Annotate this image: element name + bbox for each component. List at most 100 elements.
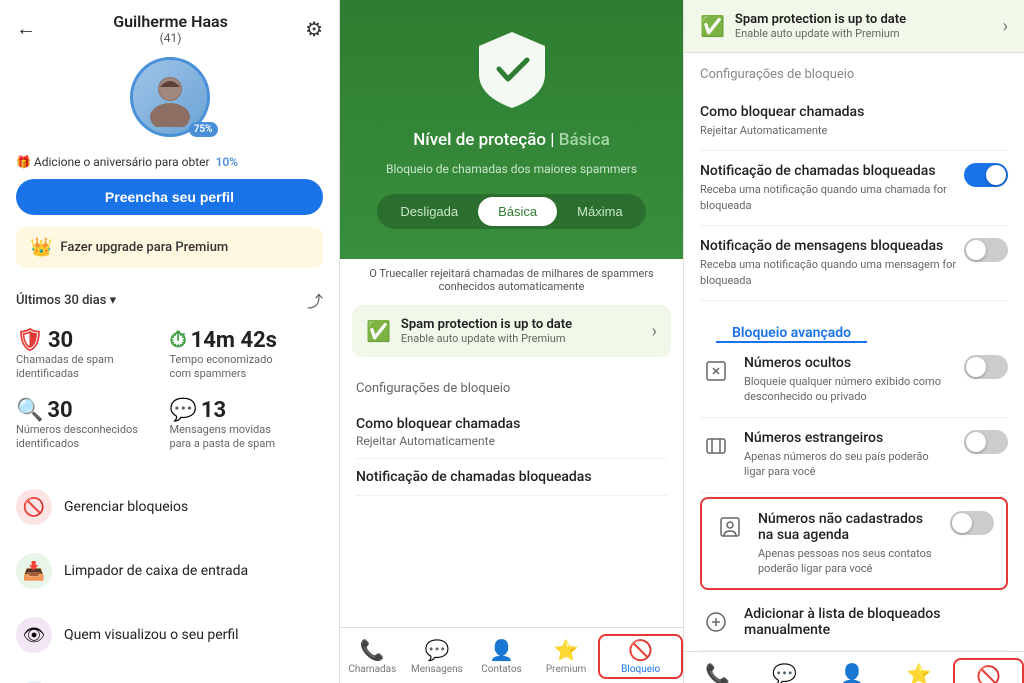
- stat-msg-label: Mensagens movidaspara a pasta de spam: [170, 423, 324, 452]
- advanced-block: Números ocultos Bloqueie qualquer número…: [684, 343, 1024, 651]
- stat-time-number: ⏱ 14m 42s: [170, 328, 324, 353]
- foreign-numbers-sub: Apenas números do seu país poderão ligar…: [744, 449, 952, 480]
- stat-time-label: Tempo economizadocom spammers: [170, 353, 324, 382]
- unregistered-label: Números não cadastrados na sua agenda: [758, 511, 938, 543]
- block-calls-value: Rejeitar Automaticamente: [356, 434, 667, 448]
- top-spam-check-icon: ✅: [700, 14, 725, 38]
- menu-item-viewed[interactable]: 👁 Quem visualizou o seu perfil: [0, 603, 339, 667]
- foreign-numbers-content: Números estrangeiros Apenas números do s…: [744, 430, 952, 480]
- profile-header: ← Guilherme Haas (41) ⚙: [0, 0, 339, 49]
- spam-banner-text: Spam protection is up to date Enable aut…: [401, 317, 642, 345]
- unregistered-content: Números não cadastrados na sua agenda Ap…: [758, 511, 938, 577]
- rnav-messages[interactable]: 💬 Mensagens: [751, 658, 818, 683]
- rnav-premium[interactable]: ⭐ Premium: [886, 658, 953, 683]
- protection-note: O Truecaller rejeitará chamadas de milha…: [340, 259, 683, 293]
- bloqueio-icon: 🚫: [628, 638, 653, 662]
- rnav-contacts[interactable]: 👤 Contatos: [818, 658, 885, 683]
- shield-icon: [467, 24, 557, 114]
- hidden-numbers-toggle[interactable]: [964, 355, 1008, 379]
- top-spam-text: Spam protection is up to date Enable aut…: [735, 12, 993, 40]
- crown-icon: 👑: [30, 237, 52, 258]
- fill-profile-button[interactable]: Preencha seu perfil: [16, 179, 323, 215]
- right-msg-notif: Notificação de mensagens bloqueadas Rece…: [700, 226, 1008, 301]
- search-icon: 🔍: [16, 398, 43, 423]
- hidden-numbers-content: Números ocultos Bloqueie qualquer número…: [744, 355, 952, 405]
- menu-item-inbox[interactable]: 📥 Limpador de caixa de entrada: [0, 539, 339, 603]
- stat-spam-calls: 🛡 30 Chamadas de spamidentificadas: [16, 320, 170, 390]
- premium-upgrade-banner[interactable]: 👑 Fazer upgrade para Premium: [16, 227, 323, 268]
- right-bottom-nav: 📞 Chamadas 💬 Mensagens 👤 Contatos ⭐ Prem…: [684, 651, 1024, 683]
- level-max-button[interactable]: Máxima: [557, 197, 643, 226]
- birthday-banner: 🎁 Adicione o aniversário para obter 10%: [0, 149, 339, 175]
- stat-time-saved: ⏱ 14m 42s Tempo economizadocom spammers: [170, 320, 324, 390]
- menu-item-searched[interactable]: 👤 Quem pesquisou o meu número: [0, 667, 339, 683]
- rnav-calls-icon: 📞: [705, 662, 730, 683]
- nav-premium[interactable]: ⭐ Premium: [534, 634, 599, 679]
- avatar-container: 75%: [130, 57, 210, 137]
- nav-calls[interactable]: 📞 Chamadas: [340, 634, 405, 679]
- protection-hero: Nível de proteção | Básica Bloqueio de c…: [340, 0, 683, 259]
- profile-name: Guilherme Haas: [36, 12, 305, 31]
- right-block-settings-title: Configurações de bloqueio: [700, 67, 1008, 82]
- menu-inbox-label: Limpador de caixa de entrada: [64, 563, 248, 579]
- profile-name-section: Guilherme Haas (41): [36, 12, 305, 45]
- level-basic-button[interactable]: Básica: [478, 197, 557, 226]
- foreign-numbers-toggle[interactable]: [964, 430, 1008, 454]
- spam-icon: 🛡: [16, 328, 44, 353]
- foreign-numbers-item: Números estrangeiros Apenas números do s…: [700, 418, 1008, 493]
- spam-banner-middle[interactable]: ✅ Spam protection is up to date Enable a…: [352, 305, 671, 357]
- nav-bloqueio[interactable]: 🚫 Bloqueio: [598, 634, 683, 679]
- block-icon: 🚫: [16, 489, 52, 525]
- bottom-nav-middle: 📞 Chamadas 💬 Mensagens 👤 Contatos ⭐ Prem…: [340, 627, 683, 683]
- time-icon: ⏱: [170, 328, 187, 353]
- shield-container: [467, 24, 557, 114]
- add-blocked-label: Adicionar à lista de bloqueados manualme…: [744, 606, 1008, 638]
- calls-label: Chamadas: [348, 664, 396, 675]
- msg-notif-toggle[interactable]: [964, 238, 1008, 262]
- message-icon: 💬: [170, 398, 197, 423]
- unregistered-toggle[interactable]: [950, 511, 994, 535]
- hidden-numbers-icon: [700, 355, 732, 387]
- right-how-header: Como bloquear chamadas Rejeitar Automati…: [700, 104, 1008, 138]
- messages-icon: 💬: [424, 638, 449, 662]
- level-off-button[interactable]: Desligada: [380, 197, 478, 226]
- block-calls-setting: Como bloquear chamadas Rejeitar Automati…: [356, 406, 667, 459]
- add-blocked-icon: [700, 606, 732, 638]
- top-spam-sub: Enable auto update with Premium: [735, 27, 993, 40]
- stat-spam-number: 🛡 30: [16, 328, 170, 353]
- spam-banner-arrow: ›: [652, 321, 657, 342]
- advanced-title: Bloqueio avançado: [716, 313, 867, 343]
- right-msg-notif-text: Notificação de mensagens bloqueadas Rece…: [700, 238, 964, 288]
- premium-label: Premium: [546, 664, 586, 675]
- right-how-label: Como bloquear chamadas Rejeitar Automati…: [700, 104, 874, 138]
- top-spam-banner[interactable]: ✅ Spam protection is up to date Enable a…: [684, 0, 1024, 53]
- birthday-highlight: 10%: [216, 155, 239, 169]
- premium-upgrade-label: Fazer upgrade para Premium: [60, 240, 228, 255]
- level-selector: Desligada Básica Máxima: [377, 194, 645, 229]
- stat-unknown-calls: 🔍 30 Números desconhecidosidentificados: [16, 390, 170, 460]
- spam-banner-title: Spam protection is up to date: [401, 317, 642, 332]
- unregistered-numbers-item: Números não cadastrados na sua agenda Ap…: [700, 497, 1008, 591]
- stats-period[interactable]: Últimos 30 dias ▾: [16, 293, 116, 308]
- share-icon[interactable]: ⤴: [307, 288, 323, 312]
- eye-icon: 👁: [16, 617, 52, 653]
- stat-messages: 💬 13 Mensagens movidaspara a pasta de sp…: [170, 390, 324, 460]
- call-notif-toggle[interactable]: [964, 163, 1008, 187]
- middle-panel: Nível de proteção | Básica Bloqueio de c…: [340, 0, 684, 683]
- progress-badge: 75%: [189, 122, 218, 137]
- inbox-icon: 📥: [16, 553, 52, 589]
- left-panel: ← Guilherme Haas (41) ⚙ 75% 🎁 Adicione o…: [0, 0, 340, 683]
- nav-messages[interactable]: 💬 Mensagens: [405, 634, 470, 679]
- rnav-bloqueio[interactable]: 🚫 Bloqueio: [953, 658, 1024, 683]
- back-button[interactable]: ←: [16, 16, 36, 41]
- block-notif-label: Notificação de chamadas bloqueadas: [356, 469, 667, 485]
- settings-icon[interactable]: ⚙: [305, 17, 323, 41]
- rnav-calls[interactable]: 📞 Chamadas: [684, 658, 751, 683]
- block-settings-title: Configurações de bloqueio: [356, 381, 667, 396]
- avatar-section: 75%: [0, 49, 339, 149]
- menu-item-block[interactable]: 🚫 Gerenciar bloqueios: [0, 475, 339, 539]
- stat-msg-number: 💬 13: [170, 398, 324, 423]
- nav-contacts[interactable]: 👤 Contatos: [469, 634, 534, 679]
- menu-block-label: Gerenciar bloqueios: [64, 499, 188, 515]
- calls-icon: 📞: [360, 638, 385, 662]
